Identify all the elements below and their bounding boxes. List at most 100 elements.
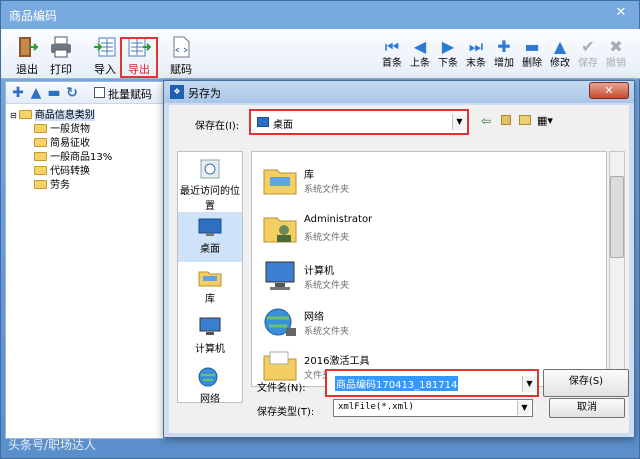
assign-code-label: 赋码: [170, 63, 192, 76]
save-in-combo[interactable]: 桌面 ▼: [249, 109, 469, 135]
undo-label: 撤销: [606, 58, 626, 69]
library-icon: [263, 169, 297, 195]
file-name: 2016激活工具: [304, 356, 370, 367]
print-button[interactable]: 打印: [41, 32, 81, 78]
file-type: 系统文件夹: [304, 233, 350, 243]
place-label: 计算机: [195, 344, 225, 355]
chevron-down-icon[interactable]: ▼: [517, 401, 531, 415]
save-in-value: 桌面: [273, 120, 293, 131]
dialog-titlebar: ❖ 另存为 ✕: [164, 81, 634, 103]
batch-assign-checkbox[interactable]: [94, 87, 105, 98]
list-item[interactable]: Administrator 系统文件夹: [254, 206, 594, 252]
recent-icon: [200, 159, 220, 179]
chevron-down-icon[interactable]: ▼: [452, 114, 466, 130]
import-icon: [94, 37, 116, 57]
up-folder-icon[interactable]: [501, 115, 511, 125]
tree-refresh-icon[interactable]: ↻: [64, 84, 80, 102]
tree-up-icon[interactable]: ▲: [28, 84, 44, 102]
file-name: 库: [304, 170, 314, 181]
dialog-title: 另存为: [188, 87, 221, 100]
place-label: 桌面: [200, 244, 220, 255]
cancel-button[interactable]: 取消: [549, 398, 625, 418]
save-button[interactable]: 保存(S): [543, 369, 629, 397]
place-computer[interactable]: 计算机: [178, 312, 242, 362]
app-icon: ❖: [170, 85, 184, 99]
exit-icon: [19, 37, 39, 57]
folder-icon: [34, 152, 47, 161]
export-highlight-box: [120, 37, 158, 78]
save-as-dialog: ❖ 另存为 ✕ 保存在(I): 桌面 ▼ ⇦ ▦▾ 最近访问的位置 桌面 库 计…: [163, 80, 635, 438]
file-type: 系统文件夹: [304, 185, 350, 195]
tree-node-label: 代码转换: [50, 166, 90, 177]
file-name: Administrator: [304, 214, 373, 225]
tree-root-label: 商品信息类别: [34, 110, 95, 121]
new-folder-icon[interactable]: [519, 115, 531, 125]
close-icon[interactable]: ✕: [609, 4, 633, 22]
library-icon: [198, 271, 222, 287]
file-name: 计算机: [304, 266, 334, 277]
save-in-label: 保存在(I):: [195, 121, 240, 132]
place-label: 库: [205, 294, 215, 305]
filename-label: 文件名(N):: [257, 383, 306, 394]
user-icon: [263, 217, 297, 243]
file-type: 系统文件夹: [304, 327, 350, 337]
view-menu-icon[interactable]: ▦▾: [537, 114, 553, 127]
undo-icon: ✖: [609, 37, 623, 56]
tree-node-label: 一般商品13%: [50, 152, 113, 163]
desktop-icon: [198, 218, 222, 236]
list-item[interactable]: 网络 系统文件夹: [254, 300, 594, 346]
printer-icon: [51, 36, 71, 58]
assign-code-button[interactable]: 赋码: [161, 32, 201, 78]
place-label: 最近访问的位置: [180, 186, 240, 212]
tree-toolbar: ✚ ▲ ▬ ↻ 批量赋码: [6, 82, 164, 104]
network-icon: [264, 308, 296, 336]
window-title: 商品编码: [9, 9, 58, 23]
tree-node[interactable]: 一般商品13%: [34, 151, 112, 164]
place-desktop[interactable]: 桌面: [178, 212, 242, 262]
tree-node-label: 一般货物: [50, 124, 90, 135]
print-label: 打印: [50, 63, 72, 76]
filetype-select[interactable]: xmlFile(*.xml) ▼: [333, 399, 533, 417]
place-recent[interactable]: 最近访问的位置: [178, 154, 242, 212]
dialog-close-icon[interactable]: ✕: [589, 82, 629, 99]
chevron-down-icon[interactable]: ▼: [522, 376, 536, 392]
filetype-value: xmlFile(*.xml): [338, 402, 414, 412]
computer-icon: [265, 261, 295, 290]
undo-button[interactable]: ✖ 撤销: [599, 37, 633, 77]
list-item[interactable]: 计算机 系统文件夹: [254, 254, 594, 300]
folder-icon: [34, 180, 47, 189]
file-list-scrollbar[interactable]: [609, 151, 625, 387]
folder-icon: [34, 124, 47, 133]
tree-node[interactable]: 一般货物: [34, 123, 90, 136]
tree-node[interactable]: 劳务: [34, 179, 70, 192]
places-bar: 最近访问的位置 桌面 库 计算机 网络: [177, 151, 243, 405]
batch-assign-label: 批量赋码: [108, 88, 152, 101]
tree-remove-icon[interactable]: ▬: [46, 84, 62, 102]
collapse-icon[interactable]: ⊟: [10, 111, 17, 120]
tree-node-label: 简易征收: [50, 138, 90, 149]
category-tree-panel: ✚ ▲ ▬ ↻ 批量赋码 ⊟ 商品信息类别 一般货物 简易征收 一般商品13% 代…: [5, 81, 165, 439]
back-icon[interactable]: ⇦: [481, 114, 491, 128]
place-network[interactable]: 网络: [178, 362, 242, 412]
main-toolbar: 退出 打印 导入 导出 赋码 ⏮ 首条 ◀ 上条 ▶ 下条 ⏭ 末条 ✚ 增加 ▬ 删除 ▲…: [1, 29, 640, 79]
desktop-icon: [257, 117, 269, 127]
file-list: 库 系统文件夹 Administrator 系统文件夹 计算机 系统文件夹 网络…: [251, 151, 607, 387]
tree-node[interactable]: 简易征收: [34, 137, 90, 150]
place-library[interactable]: 库: [178, 262, 242, 312]
tree-node-label: 劳务: [50, 180, 70, 191]
tree-root[interactable]: ⊟ 商品信息类别: [10, 109, 95, 122]
file-type: 系统文件夹: [304, 281, 350, 291]
code-assign-icon: [173, 36, 190, 58]
watermark: 头条号/职场达人: [8, 438, 97, 452]
tree-node[interactable]: 代码转换: [34, 165, 90, 178]
list-item[interactable]: 库 系统文件夹: [254, 158, 594, 204]
place-label: 网络: [200, 394, 220, 405]
filename-field[interactable]: 商品编码170413_181714 ▼: [325, 369, 539, 397]
folder-icon: [34, 166, 47, 175]
scroll-thumb[interactable]: [610, 176, 624, 258]
filetype-label: 保存类型(T):: [257, 407, 315, 418]
tree-add-icon[interactable]: ✚: [10, 84, 26, 102]
filename-value: 商品编码170413_181714: [335, 376, 459, 391]
computer-icon: [199, 317, 221, 335]
folder-icon: [34, 138, 47, 147]
